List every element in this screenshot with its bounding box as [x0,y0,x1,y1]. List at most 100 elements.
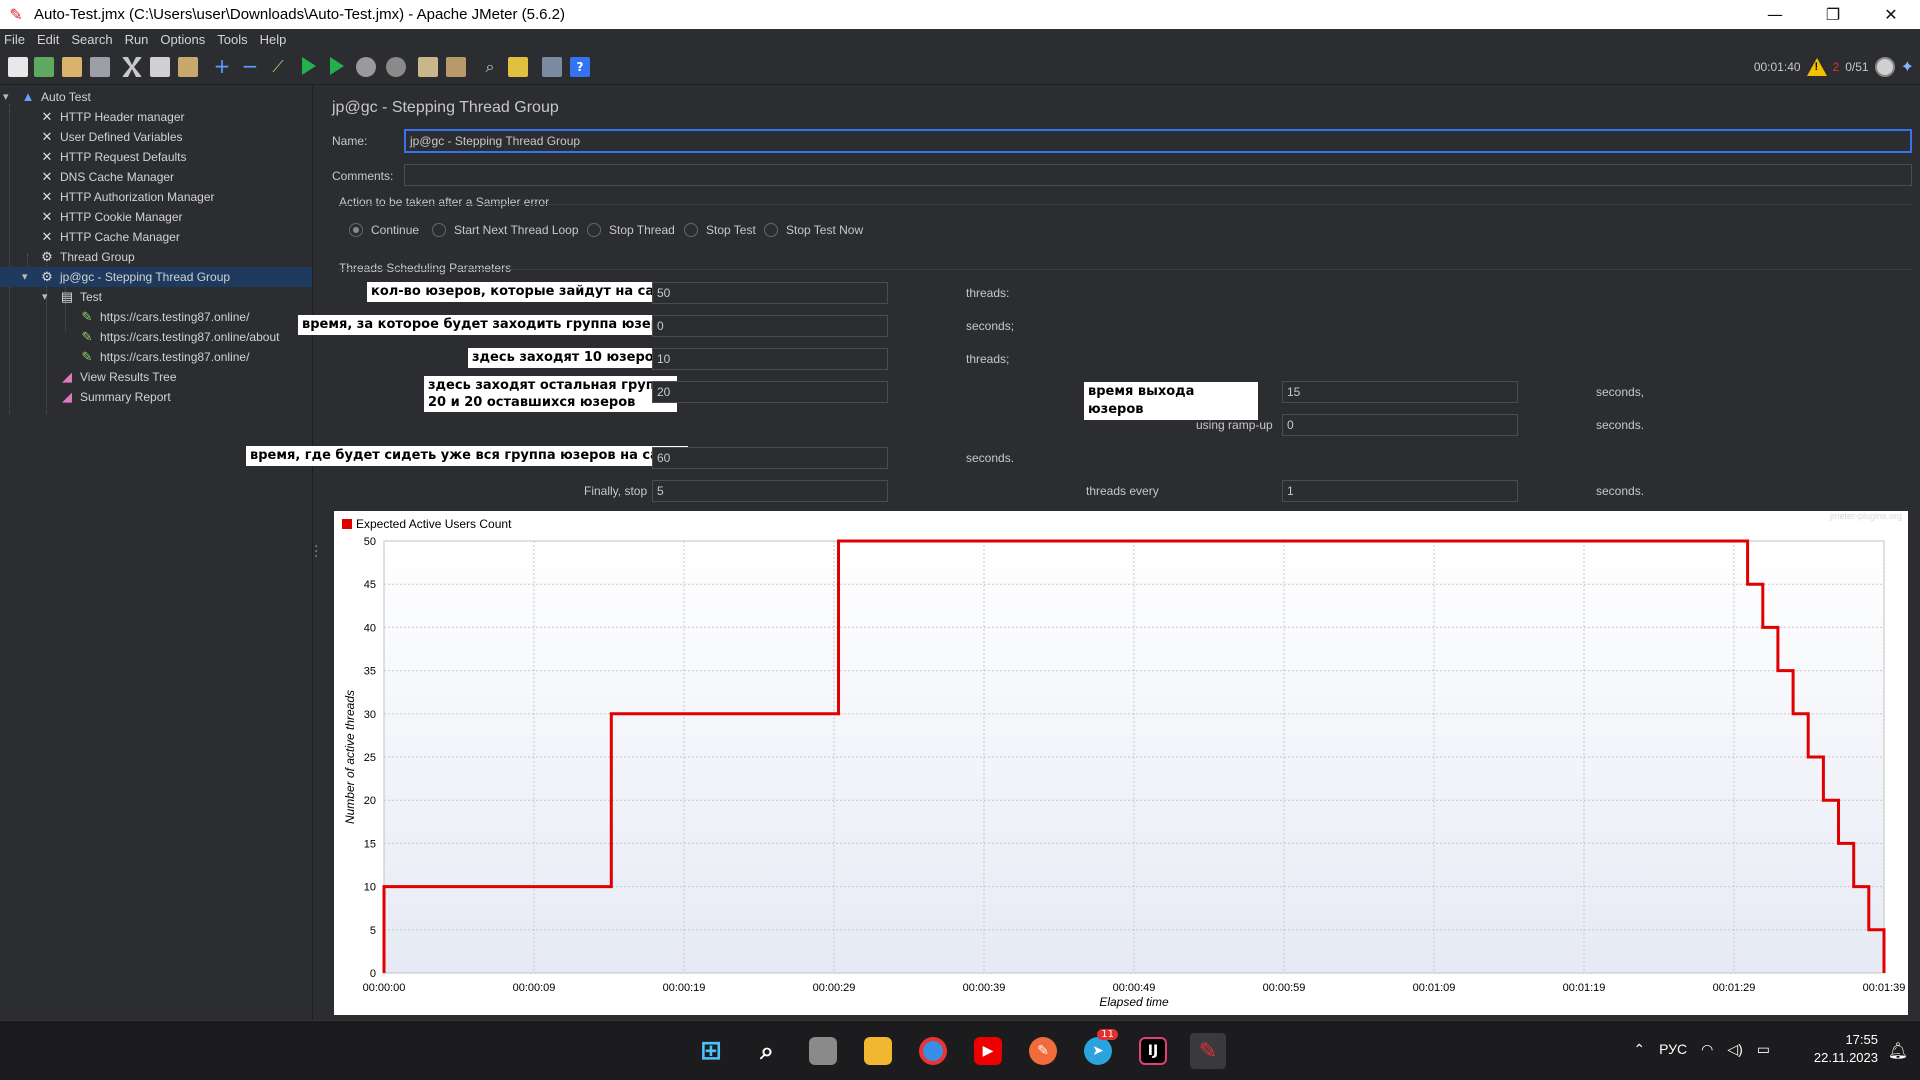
expand-icon[interactable]: + [212,56,232,77]
volume-icon[interactable]: ◁) [1727,1041,1742,1058]
tree-node-controller[interactable]: ▤ Test [59,287,102,307]
language-indicator[interactable]: РУС [1659,1041,1687,1058]
tree-node-config[interactable]: ✕ DNS Cache Manager [39,167,175,187]
menu-help[interactable]: Help [256,32,295,47]
close-button[interactable]: ✕ [1862,0,1920,29]
legend-label: Expected Active Users Count [356,517,512,531]
menu-search[interactable]: Search [67,32,120,47]
battery-icon[interactable]: ▭ [1757,1041,1770,1058]
search-icon[interactable]: ⌕ [480,57,500,77]
radio-continue[interactable]: Continue [349,223,419,237]
remote-icon[interactable] [1874,57,1895,77]
warning-icon[interactable] [1806,58,1827,76]
save-icon[interactable] [90,57,110,77]
postman-button[interactable]: ✎ [1025,1033,1061,1069]
chevron-up-icon[interactable]: ⌃ [1633,1041,1645,1058]
hold-load-field[interactable]: 60 [652,447,888,469]
menu-tools[interactable]: Tools [213,32,255,47]
cut-icon[interactable] [122,57,142,77]
tree-node-config[interactable]: ✕ HTTP Cache Manager [39,227,180,247]
y-tick-label: 30 [364,709,376,721]
clock[interactable]: 17:55 22.11.2023 [1814,1031,1878,1067]
copy-icon[interactable] [150,57,170,77]
start-icon[interactable] [302,57,316,75]
clear-all-icon[interactable] [446,57,466,77]
intellij-button[interactable]: IJ [1135,1033,1171,1069]
shutdown-icon[interactable] [386,57,406,77]
name-field[interactable]: jp@gc - Stepping Thread Group [404,129,1912,153]
error-count: 2 [1832,60,1840,74]
tree-node-thread-group[interactable]: ⚙ Thread Group [39,247,135,267]
search-taskbar-button[interactable]: ⌕ [749,1033,785,1069]
function-helper-icon[interactable] [542,57,562,77]
toggle-icon[interactable]: ⟋ [268,57,288,77]
start-threads-field[interactable]: 10 [652,348,888,370]
next-add-field[interactable]: 20 [652,381,888,403]
collapse-icon[interactable]: − [240,56,260,77]
menu-file[interactable]: File [0,32,33,47]
tree-node-config[interactable]: ✕ HTTP Cookie Manager [39,207,183,227]
task-view-button[interactable] [805,1033,841,1069]
comments-field[interactable] [404,164,1912,186]
tree-node-config[interactable]: ✕ HTTP Request Defaults [39,147,187,167]
postman-icon: ✎ [1029,1037,1057,1065]
help-icon[interactable]: ? [570,57,590,77]
explorer-button[interactable] [860,1033,896,1069]
chrome-button[interactable] [915,1033,951,1069]
tree-node-config[interactable]: ✕ User Defined Variables [39,127,183,147]
clock-date: 22.11.2023 [1813,1050,1878,1065]
this-group-threads-field[interactable]: 50 [652,282,888,304]
collapse-root-icon[interactable]: ▾ [3,90,9,103]
reset-search-icon[interactable] [508,57,528,77]
log-icon[interactable]: ✦ [1901,57,1914,77]
stop-every-field[interactable]: 1 [1282,480,1518,502]
tree-node-listener[interactable]: ◢ View Results Tree [59,367,177,387]
tree-node-sampler[interactable]: ✎ https://cars.testing87.online/ [79,347,250,367]
paste-icon[interactable] [178,57,198,77]
every-seconds-field[interactable]: 15 [1282,381,1518,403]
initial-delay-field[interactable]: 0 [652,315,888,337]
start-no-pauses-icon[interactable] [330,57,344,75]
tree-node-stepping-thread-group[interactable]: ⚙ jp@gc - Stepping Thread Group [0,267,312,287]
x-axis-label: Elapsed time [1099,995,1169,1009]
ramp-up-field[interactable]: 0 [1282,414,1518,436]
tree-node-root[interactable]: ▲ Auto Test [20,87,91,107]
stop-icon[interactable] [356,57,376,77]
config-icon: ✕ [41,109,53,124]
radio-stop-test-now[interactable]: Stop Test Now [764,223,863,237]
x-tick-label: 00:00:59 [1263,982,1306,994]
wifi-icon[interactable]: ◠ [1701,1041,1713,1058]
collapse-controller-icon[interactable]: ▾ [42,290,48,303]
listener-icon: ◢ [62,369,72,384]
tree-node-config[interactable]: ✕ HTTP Header manager [39,107,185,127]
restore-button[interactable]: ❐ [1804,0,1862,29]
task-view-icon [809,1037,837,1065]
new-icon[interactable] [8,57,28,77]
radio-stop-test[interactable]: Stop Test [684,223,756,237]
menu-edit[interactable]: Edit [33,32,67,47]
templates-icon[interactable] [34,57,54,77]
tree-node-config[interactable]: ✕ HTTP Authorization Manager [39,187,215,207]
scheduling-title: Threads Scheduling Parameters [339,261,512,275]
radio-stop-thread[interactable]: Stop Thread [587,223,675,237]
splitter-handle[interactable]: · · · [314,540,318,564]
tree-node-sampler[interactable]: ✎ https://cars.testing87.online/ [79,307,250,327]
tree-node-listener[interactable]: ◢ Summary Report [59,387,171,407]
menu-options[interactable]: Options [156,32,213,47]
chart-watermark: jmeter-plugins.org [1829,511,1902,521]
menu-run[interactable]: Run [121,32,157,47]
minimize-button[interactable]: — [1746,0,1804,29]
collapse-group-icon[interactable]: ▾ [22,270,28,283]
youtube-button[interactable]: ▶ [970,1033,1006,1069]
notifications-icon[interactable]: 🔔︎ [1888,1041,1908,1060]
clear-icon[interactable] [418,57,438,77]
start-button[interactable]: ⊞ [693,1033,729,1069]
open-icon[interactable] [62,57,82,77]
radio-start-next-thread-loop[interactable]: Start Next Thread Loop [432,223,579,237]
config-icon: ✕ [41,129,53,144]
stop-threads-field[interactable]: 5 [652,480,888,502]
telegram-button[interactable]: ➤ 11 [1080,1029,1118,1069]
jmeter-taskbar-button[interactable]: ✎ [1190,1033,1226,1069]
threads-unit: threads: [966,286,1010,300]
tree-node-sampler[interactable]: ✎ https://cars.testing87.online/about [79,327,280,347]
